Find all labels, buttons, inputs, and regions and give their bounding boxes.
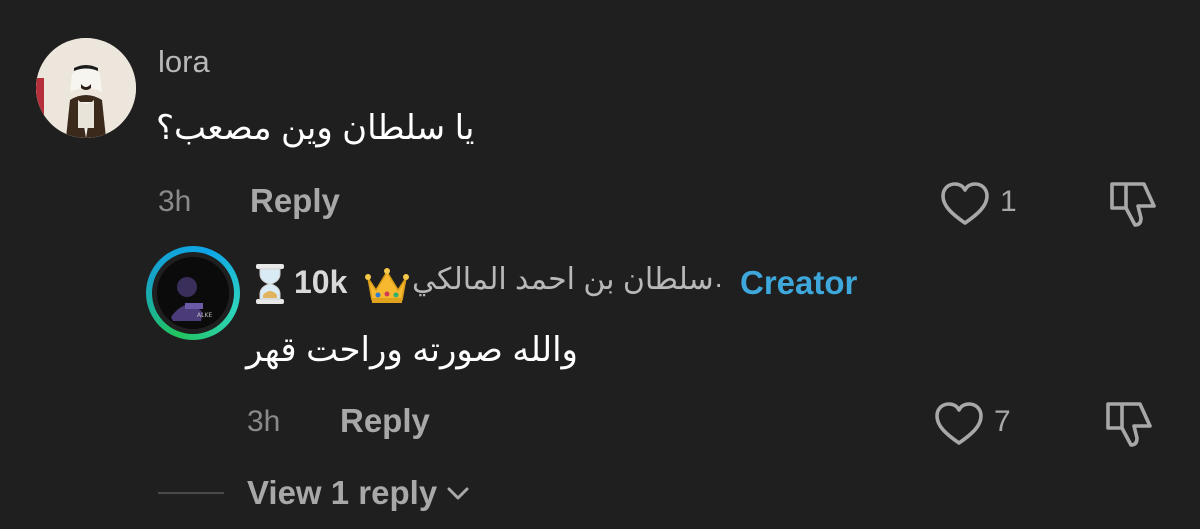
comment-text: يا سلطان وين مصعب؟ bbox=[156, 109, 475, 147]
heart-icon[interactable] bbox=[938, 180, 992, 228]
view-replies-button[interactable]: View 1 reply bbox=[247, 474, 473, 512]
creator-avatar[interactable]: ALKE bbox=[146, 246, 240, 340]
reply-timestamp: 3h bbox=[247, 405, 281, 438]
commenter-username[interactable]: lora bbox=[158, 44, 210, 80]
reply-button[interactable]: Reply bbox=[340, 402, 430, 440]
reply-button[interactable]: Reply bbox=[250, 182, 340, 220]
reply-comment-text: والله صورته وراحت قهر bbox=[246, 331, 578, 369]
view-replies-label: View 1 reply bbox=[247, 474, 438, 511]
heart-icon[interactable] bbox=[932, 400, 986, 448]
crown-icon bbox=[364, 264, 410, 306]
separator-dot: · bbox=[714, 268, 724, 299]
creator-username[interactable]: سلطان بن احمد المالكي bbox=[412, 262, 714, 297]
thumbs-down-icon[interactable] bbox=[1104, 178, 1160, 230]
like-count: 7 bbox=[994, 405, 1011, 438]
follower-badge-count: 10k bbox=[294, 264, 348, 300]
commenter-avatar[interactable] bbox=[36, 38, 136, 138]
hourglass-icon bbox=[252, 262, 288, 306]
creator-label: Creator bbox=[740, 264, 858, 301]
thumbs-down-icon[interactable] bbox=[1100, 398, 1156, 450]
replies-divider bbox=[158, 492, 224, 494]
chevron-down-icon bbox=[447, 487, 469, 500]
like-count: 1 bbox=[1000, 185, 1017, 218]
creator-profile-image: ALKE bbox=[157, 257, 229, 329]
svg-text:ALKE: ALKE bbox=[197, 312, 212, 319]
comment-timestamp: 3h bbox=[158, 185, 192, 218]
